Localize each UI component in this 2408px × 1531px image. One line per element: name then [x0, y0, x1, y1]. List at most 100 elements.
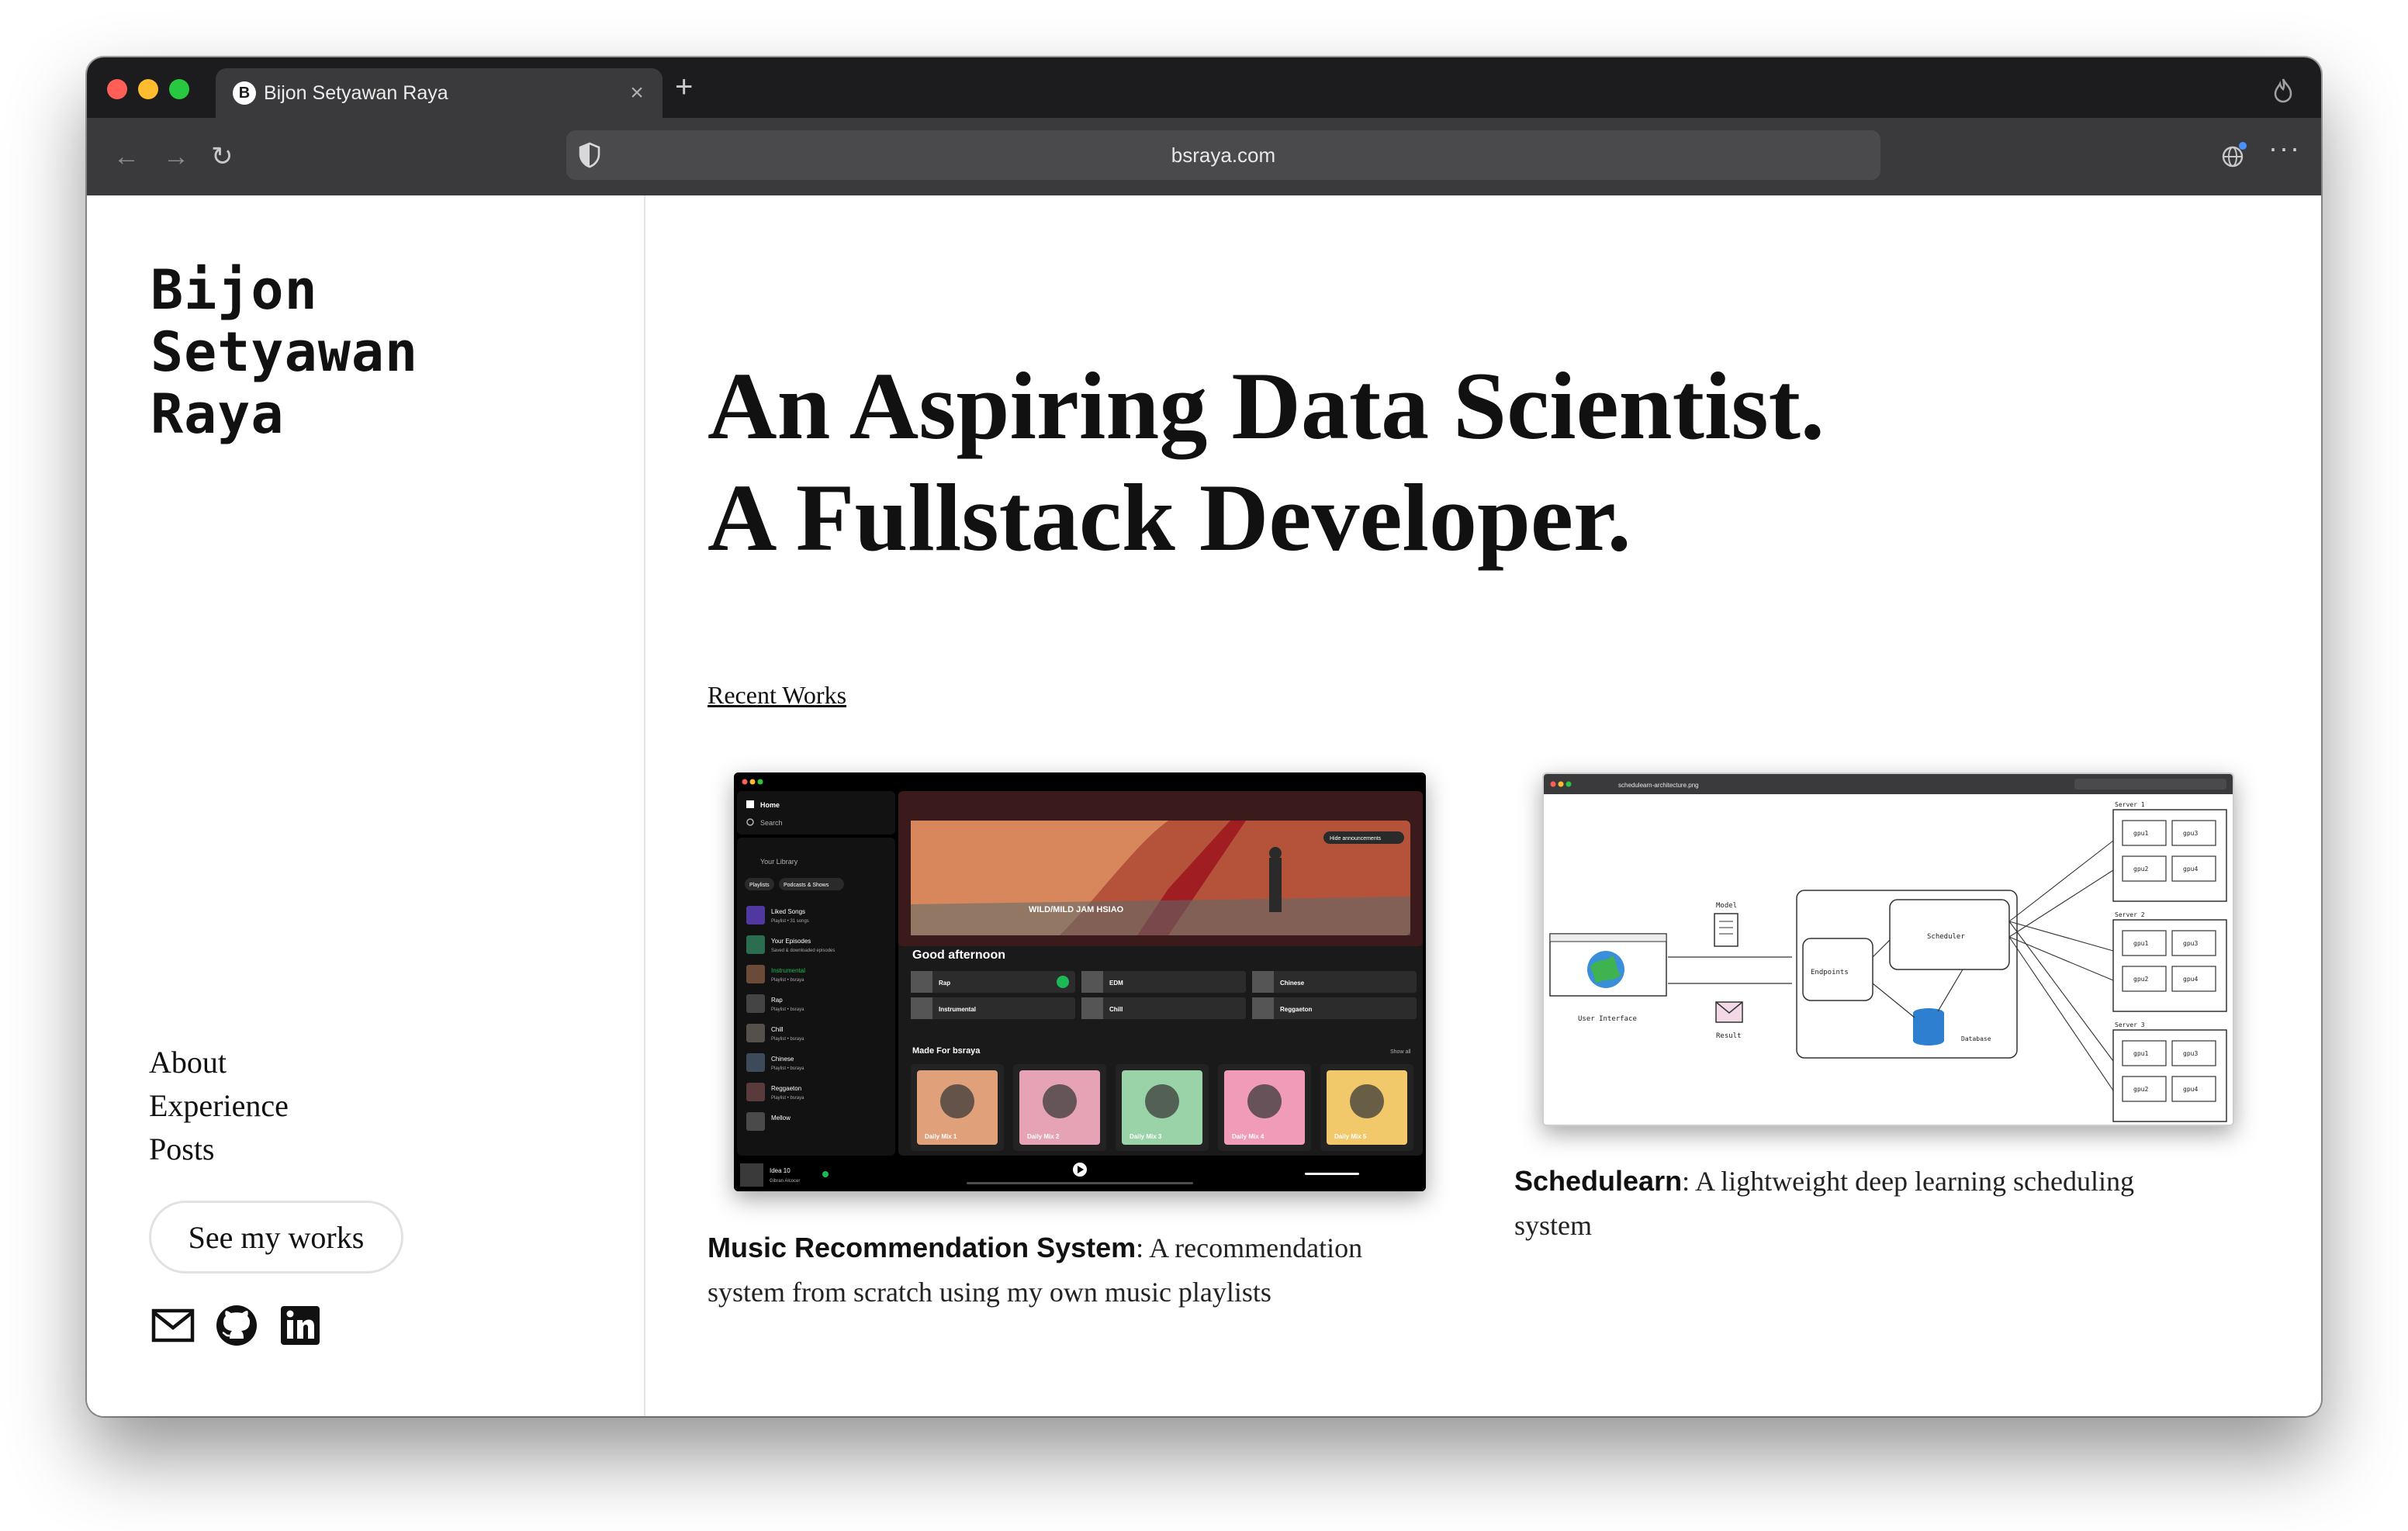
address-bar[interactable]: bsraya.com	[566, 130, 1880, 180]
spotify-mix-portrait	[1350, 1084, 1384, 1118]
spotify-library-item: Chinese	[771, 1056, 794, 1063]
spotify-library-item: Reggaeton	[771, 1085, 801, 1092]
spotify-filter: Playlists	[749, 883, 770, 888]
work-description-music-recommendation: Music Recommendation System: A recommend…	[708, 1225, 1429, 1315]
spotify-mix-label: Daily Mix 1	[925, 1133, 957, 1140]
diagram-label-result: Result	[1716, 1032, 1742, 1040]
spotify-library-item: Instrumental	[771, 967, 805, 974]
spotify-banner-text: WILD/MILD JAM HSIAO	[1029, 905, 1124, 914]
zoom-window-button[interactable]	[169, 79, 189, 99]
spotify-library-item: Liked Songs	[771, 908, 805, 915]
diagram-gpu-label: gpu3	[2183, 1050, 2198, 1057]
forward-button[interactable]: →	[163, 141, 189, 172]
diagram-gpu-label: gpu2	[2133, 1086, 2148, 1093]
spotify-library-thumb	[746, 935, 765, 954]
work-image-schedulearn[interactable]: schedulearn-architecture.png User Interf…	[1542, 772, 2234, 1126]
spotify-quick-label: Chinese	[1280, 980, 1305, 987]
work-title[interactable]: Music Recommendation System	[708, 1232, 1136, 1263]
nav-link-about[interactable]: About	[149, 1041, 289, 1084]
mail-icon[interactable]	[150, 1303, 195, 1348]
spotify-library-thumb	[746, 965, 765, 983]
spotify-quick-card	[1081, 971, 1246, 993]
spotify-now-playing: Idea 10	[770, 1167, 791, 1174]
diagram-gpu-label: gpu2	[2133, 976, 2148, 983]
spotify-library-thumb	[746, 1083, 765, 1101]
diagram-server-label: Server 1	[2115, 801, 2145, 808]
tab-bar: B Bijon Setyawan Raya × +	[87, 57, 2321, 118]
spotify-show-all: Show all	[1390, 1049, 1411, 1055]
spotify-hide-announcements: Hide announcements	[1330, 836, 1382, 842]
spotify-mix-portrait	[940, 1084, 974, 1118]
spotify-library-sub: Playlist • bsraya	[771, 1066, 804, 1071]
diagram-label-endpoints: Endpoints	[1811, 969, 1849, 976]
tab-close-button[interactable]: ×	[625, 80, 649, 106]
spotify-library-thumb	[746, 994, 765, 1013]
spotify-mix-portrait	[1247, 1084, 1282, 1118]
site-name-line: Bijon	[150, 258, 318, 322]
spotify-nav-home: Home	[760, 801, 780, 809]
hero-line: An Aspiring Data Scientist.	[708, 353, 1825, 459]
site-name-line: Raya	[150, 382, 285, 446]
spotify-mix-row: Daily Mix 1 Daily Mix 2 Daily Mix 3 Daily M…	[911, 1064, 1413, 1151]
spotify-quick-card	[1252, 997, 1417, 1019]
spotify-library-sub: Playlist • bsraya	[771, 1007, 804, 1012]
minimize-window-button[interactable]	[138, 79, 158, 99]
site-name[interactable]: Bijon Setyawan Raya	[150, 259, 418, 445]
spotify-library-sub: Playlist • 31 songs	[771, 919, 809, 924]
diagram-gpu-label: gpu1	[2133, 940, 2148, 947]
spotify-library-sub: Playlist • bsraya	[771, 978, 804, 983]
site-name-line: Setyawan	[150, 320, 419, 384]
spotify-library-label: Your Library	[760, 858, 798, 866]
spotify-mix-label: Daily Mix 5	[1334, 1133, 1367, 1140]
see-my-works-button[interactable]: See my works	[149, 1201, 403, 1274]
social-links	[150, 1303, 323, 1348]
diagram-gpu-label: gpu2	[2133, 866, 2148, 873]
diagram-file-name: schedulearn-architecture.png	[1618, 782, 1699, 789]
spotify-library-item: Your Episodes	[771, 938, 811, 945]
spotify-mix-portrait	[1145, 1084, 1179, 1118]
work-title[interactable]: Schedulearn	[1514, 1165, 1682, 1197]
linkedin-icon[interactable]	[278, 1303, 323, 1348]
spotify-nav-search: Search	[760, 819, 783, 827]
recent-works-link[interactable]: Recent Works	[708, 681, 846, 710]
nav-link-posts[interactable]: Posts	[149, 1128, 289, 1171]
spotify-library-sub: Saved & downloaded episodes	[771, 949, 835, 953]
url-text: bsraya.com	[1171, 143, 1276, 167]
diagram-gpu-label: gpu4	[2183, 1086, 2198, 1093]
diagram-label-model: Model	[1716, 902, 1737, 910]
spotify-made-for: Made For bsraya	[912, 1046, 981, 1056]
tab-title: Bijon Setyawan Raya	[264, 81, 448, 104]
diagram-gpu-label: gpu4	[2183, 976, 2198, 983]
tab-active[interactable]: B Bijon Setyawan Raya ×	[216, 68, 663, 118]
page: Bijon Setyawan Raya About Experience Pos…	[87, 195, 2321, 1416]
spotify-library-thumb	[746, 906, 765, 924]
spotify-quick-label: Reggaeton	[1280, 1006, 1312, 1013]
spotify-mix-portrait	[1043, 1084, 1077, 1118]
spotify-quick-thumb	[1081, 997, 1103, 1019]
spotify-play-button	[1057, 976, 1069, 988]
reload-button[interactable]: ↻	[211, 141, 234, 172]
new-tab-button[interactable]: +	[675, 70, 693, 104]
nav-link-experience[interactable]: Experience	[149, 1084, 289, 1128]
spotify-quick-label: Rap	[939, 980, 950, 987]
github-icon[interactable]	[214, 1303, 259, 1348]
spotify-quick-card	[1081, 997, 1246, 1019]
work-image-music-recommendation[interactable]: Home Search Your Library Playlists Podca…	[734, 772, 1426, 1191]
translate-extension-icon[interactable]	[2220, 141, 2248, 169]
diagram-server-label: Server 3	[2115, 1021, 2145, 1028]
side-nav: About Experience Posts	[149, 1041, 289, 1171]
diagram-gpu-label: gpu1	[2133, 830, 2148, 837]
spotify-library-sub: Playlist • bsraya	[771, 1037, 804, 1042]
spotify-now-artist: Gibran Alcocer	[770, 1179, 800, 1184]
spotify-library-thumb	[746, 1112, 765, 1131]
close-window-button[interactable]	[107, 79, 127, 99]
spotify-mix-label: Daily Mix 2	[1027, 1133, 1060, 1140]
browser-window: B Bijon Setyawan Raya × + ← → ↻ bsraya.c…	[87, 57, 2321, 1416]
spotify-quick-card	[1252, 971, 1417, 993]
spotify-quick-thumb	[911, 997, 932, 1019]
work-description-schedulearn: Schedulearn: A lightweight deep learning…	[1514, 1159, 2213, 1248]
more-menu-button[interactable]: ···	[2268, 132, 2301, 164]
back-button[interactable]: ←	[113, 141, 140, 172]
diagram-server-label: Server 2	[2115, 911, 2145, 918]
flame-icon[interactable]	[2271, 78, 2295, 104]
